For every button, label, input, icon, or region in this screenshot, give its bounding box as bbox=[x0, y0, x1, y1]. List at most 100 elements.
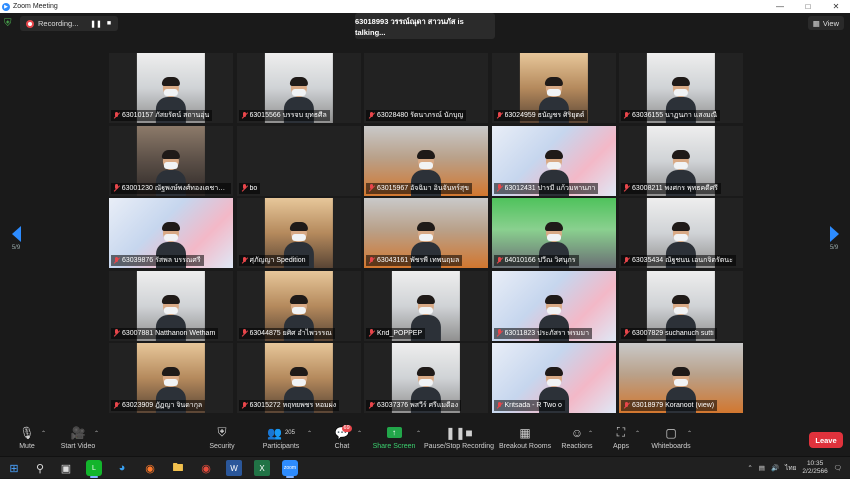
participant-name: 63012431 ปารมี แก้วมหานภา bbox=[504, 184, 596, 192]
mic-muted-icon bbox=[496, 401, 503, 410]
participant-name: bo bbox=[249, 184, 258, 192]
chat-bubble-icon: 💬 69 bbox=[334, 425, 352, 440]
participants-options-chevron-icon[interactable]: ⌃ bbox=[307, 430, 312, 437]
chat-label: Chat bbox=[334, 443, 350, 450]
video-tile[interactable]: 63012431 ปารมี แก้วมหานภา bbox=[491, 125, 616, 196]
chat-options-chevron-icon[interactable]: ⌃ bbox=[357, 430, 362, 437]
security-shield-icon[interactable]: ⛨ bbox=[4, 18, 14, 29]
participant-namebar: 63018979 Koranoot (view) bbox=[621, 400, 718, 411]
participant-namebar: 63015272 หฤทยพชร หอมผ่ง bbox=[238, 400, 340, 411]
task-view-icon[interactable]: ▣ bbox=[58, 460, 74, 476]
video-tile[interactable]: 63036155 นาฏนภา แสงมณี bbox=[619, 53, 743, 123]
chat-button[interactable]: 💬 69 Chat bbox=[330, 423, 354, 456]
video-tile[interactable]: 63043161 พัชรพี เทพนฤมล bbox=[364, 198, 488, 268]
window-titlebar: ▶ Zoom Meeting — □ ✕ bbox=[0, 0, 850, 13]
leave-button[interactable]: Leave bbox=[809, 432, 843, 448]
video-tile[interactable]: 63015272 หฤทยพชร หอมผ่ง bbox=[236, 343, 361, 413]
share-options-chevron-icon[interactable]: ⌃ bbox=[416, 430, 421, 437]
video-tile[interactable]: bo bbox=[236, 125, 361, 196]
recording-dot-icon bbox=[26, 19, 34, 28]
excel-icon[interactable]: X bbox=[254, 460, 270, 476]
input-language[interactable]: ไทย bbox=[785, 463, 796, 473]
video-tile[interactable]: 63007829 suchanuch sutti bbox=[619, 270, 743, 341]
mic-muted-icon bbox=[496, 256, 503, 265]
video-tile[interactable]: 63044875 ยศิศ อำไพวรรณ bbox=[236, 270, 361, 341]
zoom-icon: ▶ bbox=[2, 2, 10, 11]
reactions-options-chevron-icon[interactable]: ⌃ bbox=[588, 430, 593, 437]
line-app-icon[interactable]: L bbox=[86, 460, 102, 478]
video-tile[interactable]: 63008211 พงศกร พุทธคดีศรี bbox=[619, 125, 743, 196]
top-info: ⛨ Recording... ❚❚ ■ bbox=[4, 16, 119, 31]
edge-browser-icon[interactable]: ◕ bbox=[114, 460, 130, 476]
participants-button[interactable]: 👥 205 Participants bbox=[260, 423, 302, 456]
video-tile[interactable]: 63024959 ธนัญชร ศิริยุตต์ bbox=[491, 53, 616, 123]
apps-button[interactable]: ⛶ Apps bbox=[610, 423, 632, 456]
video-tile[interactable]: 63015566 บรรจบ ยุทธศีล bbox=[236, 53, 361, 123]
file-explorer-icon[interactable]: 🖿 bbox=[170, 460, 186, 476]
volume-icon[interactable]: 🔊 bbox=[771, 464, 779, 472]
video-tile[interactable]: 63037376 พสวีร์ ศรีแมดีอง bbox=[364, 343, 488, 413]
firefox-icon[interactable]: ◉ bbox=[142, 460, 158, 476]
mic-muted-icon bbox=[623, 111, 630, 120]
minimize-icon[interactable]: — bbox=[766, 0, 794, 13]
participant-name: 63001230 ณัฐพงษ์พงศ์ทองเตชานนท์ bbox=[121, 184, 228, 192]
video-tile[interactable]: ศุภัญญา Spedition bbox=[236, 198, 361, 268]
maximize-icon[interactable]: □ bbox=[794, 0, 822, 13]
zoom-taskbar-icon[interactable]: zoom bbox=[282, 460, 298, 478]
previous-page-button[interactable]: 5/9 bbox=[8, 226, 24, 251]
mic-muted-icon bbox=[368, 401, 375, 410]
video-tile[interactable]: Krid_POPPEP bbox=[364, 270, 488, 341]
video-tile[interactable]: 63023909 ฎัฏญา จินดากุล bbox=[109, 343, 233, 413]
video-options-chevron-icon[interactable]: ⌃ bbox=[94, 430, 99, 437]
video-tile[interactable]: 63015967 อัจฉิมา อินจันทร์สุข bbox=[364, 125, 488, 196]
participant-namebar: 63015566 บรรจบ ยุทธศีล bbox=[238, 110, 330, 121]
active-speaker-banner: 63018993 วรรณ์ณุดา สาวนภัส is talking... bbox=[355, 13, 495, 39]
breakout-rooms-button[interactable]: ▦ Breakout Rooms bbox=[499, 423, 551, 456]
participant-name: 63028480 รัตนาภรณ์ นักบุญ bbox=[377, 112, 464, 119]
reactions-button[interactable]: ☺ Reactions bbox=[560, 423, 594, 456]
audio-options-chevron-icon[interactable]: ⌃ bbox=[41, 430, 46, 437]
mic-muted-icon bbox=[113, 111, 120, 120]
view-button[interactable]: ▦ View bbox=[807, 16, 844, 30]
start-video-button[interactable]: 🎥 Start Video bbox=[58, 423, 98, 456]
reactions-icon: ☺ bbox=[570, 425, 584, 440]
whiteboards-button[interactable]: ▢ Whiteboards bbox=[651, 423, 691, 456]
apps-options-chevron-icon[interactable]: ⌃ bbox=[635, 430, 640, 437]
tray-chevron-icon[interactable]: ⌃ bbox=[747, 464, 752, 472]
grid-view-icon: ▦ bbox=[812, 18, 820, 28]
video-tile[interactable]: Kritsada - R Two o bbox=[491, 343, 616, 413]
mute-button[interactable]: 🎙 Mute bbox=[14, 423, 40, 456]
participant-name: 63015272 หฤทยพชร หอมผ่ง bbox=[249, 402, 337, 409]
chrome-icon[interactable]: ◉ bbox=[198, 460, 214, 476]
video-tile[interactable]: 63035434 ณัฐชนน เอนกจิตรัตนะ bbox=[619, 198, 743, 268]
video-tile[interactable]: 64010166 ปวีณ วิศนุกร bbox=[491, 198, 616, 268]
notifications-icon[interactable]: 🗨 bbox=[834, 464, 842, 472]
network-icon[interactable]: ▤ bbox=[759, 464, 765, 472]
video-tile[interactable]: 63001230 ณัฐพงษ์พงศ์ทองเตชานนท์ bbox=[109, 125, 233, 196]
video-tile[interactable]: 63039876 รัสพล บรรณศรี bbox=[109, 198, 233, 268]
search-icon[interactable]: ⚲ bbox=[32, 460, 48, 476]
participant-namebar: 63043161 พัชรพี เทพนฤมล bbox=[366, 255, 463, 266]
share-screen-button[interactable]: ↑ Share Screen bbox=[373, 423, 415, 456]
participant-namebar: 63007881 Natthanon Wetham bbox=[111, 327, 219, 339]
participant-name: ศุภัญญา Spedition bbox=[249, 257, 306, 264]
video-tile[interactable]: 63011823 ประภัสรา พรมมา bbox=[491, 270, 616, 341]
next-page-button[interactable]: 5/9 bbox=[826, 226, 842, 251]
clock[interactable]: 10:35 2/2/2566 bbox=[802, 460, 827, 476]
stop-recording-icon[interactable]: ■ bbox=[105, 20, 112, 27]
video-tile[interactable]: 63010157 ภัสยรัตน์ สถานอุ่น bbox=[109, 53, 233, 123]
participant-namebar: 63039876 รัสพล บรรณศรี bbox=[111, 255, 204, 266]
mic-muted-icon bbox=[113, 329, 120, 337]
close-icon[interactable]: ✕ bbox=[822, 0, 850, 13]
participant-namebar: bo bbox=[238, 182, 261, 194]
video-tile[interactable]: 63018979 Koranoot (view) bbox=[619, 343, 743, 413]
video-tile[interactable]: 63007881 Natthanon Wetham bbox=[109, 270, 233, 341]
windows-start-icon[interactable]: ⊞ bbox=[6, 460, 22, 476]
video-off-icon: 🎥 bbox=[70, 425, 86, 440]
video-tile[interactable]: 63028480 รัตนาภรณ์ นักบุญ bbox=[364, 53, 488, 123]
security-button[interactable]: ⛨ Security bbox=[207, 423, 237, 456]
word-icon[interactable]: W bbox=[226, 460, 242, 476]
pause-recording-icon[interactable]: ❚❚ bbox=[90, 20, 102, 28]
whiteboards-options-chevron-icon[interactable]: ⌃ bbox=[687, 430, 692, 437]
pause-stop-recording-button[interactable]: ❚❚■ Pause/Stop Recording bbox=[424, 423, 494, 456]
